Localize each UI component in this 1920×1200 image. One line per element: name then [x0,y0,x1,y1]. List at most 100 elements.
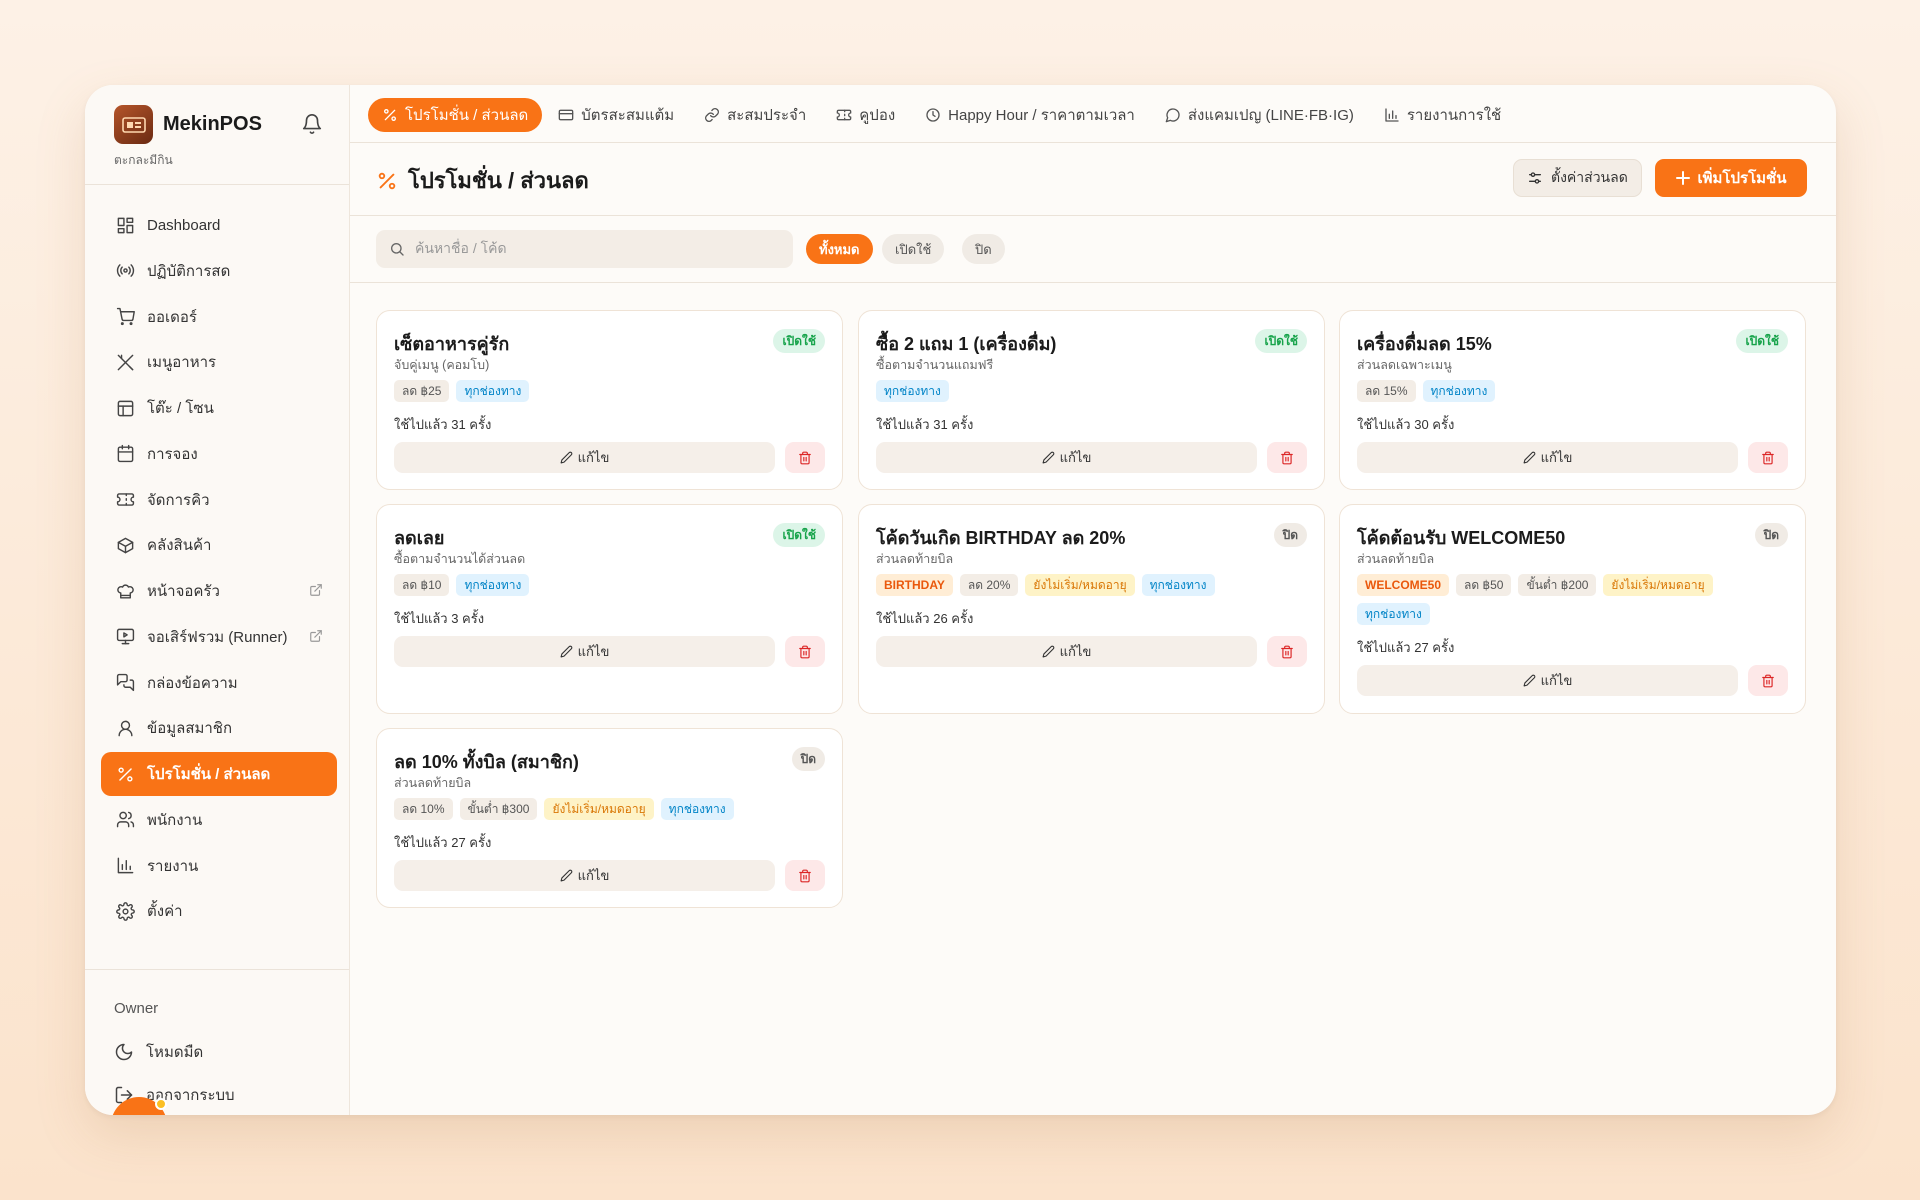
sidebar-item-label: Dashboard [147,216,221,234]
sidebar: MekinPOS ตะกละมีกิน Dashboard ปฏิบัติการส… [85,85,350,1115]
delete-button[interactable] [1267,442,1307,473]
usage-count: ใช้ไปแล้ว 31 ครั้ง [876,417,974,432]
gear-icon [115,901,135,921]
trash-icon [798,869,812,883]
tab-3[interactable]: คูปอง [822,98,909,132]
sidebar-item-9[interactable]: จอเสิร์ฟรวม (Runner) [101,615,337,659]
status-badge[interactable]: เปิดใช้ [1736,329,1788,353]
sidebar-item-label: จัดการคิว [147,491,210,509]
sidebar-item-0[interactable]: Dashboard [101,203,337,247]
delete-button[interactable] [785,636,825,667]
sidebar-item-label: กล่องข้อความ [147,674,238,692]
sidebar-item-12[interactable]: โปรโมชั่น / ส่วนลด [101,752,337,796]
promotion-title: เครื่องดื่มลด 15% [1357,334,1492,354]
delete-button[interactable] [1267,636,1307,667]
ticket-icon [836,107,852,123]
tab-5[interactable]: ส่งแคมเปญ (LINE·FB·IG) [1151,98,1368,132]
status-badge[interactable]: ปิด [791,747,825,771]
edit-button[interactable]: แก้ไข [394,442,775,473]
monitor-play-icon [115,627,135,647]
promotion-card: โค้ดต้อนรับ WELCOME50 ส่วนลดท้ายบิล ปิด WEL… [1339,504,1806,714]
moon-icon [114,1042,134,1062]
usage-count: ใช้ไปแล้ว 26 ครั้ง [876,611,974,626]
edit-button[interactable]: แก้ไข [1357,665,1738,696]
sidebar-item-label: การจอง [147,445,198,463]
tab-label: บัตรสะสมแต้ม [581,107,675,124]
status-badge[interactable]: ปิด [1754,523,1788,547]
promotion-type: ซื้อตามจำนวนแถมฟรี [876,358,994,372]
delete-button[interactable] [785,860,825,891]
sidebar-item-10[interactable]: กล่องข้อความ [101,661,337,705]
sidebar-item-label: รายงาน [147,857,199,875]
promotion-tag: ลด 10% [394,798,453,820]
usage-count: ใช้ไปแล้ว 31 ครั้ง [394,417,492,432]
promotion-tag: ทุกช่องทาง [1357,603,1430,625]
add-promotion-button[interactable]: เพิ่มโปรโมชั่น [1655,159,1807,197]
sidebar-item-15[interactable]: ตั้งค่า [101,889,337,933]
tab-6[interactable]: รายงานการใช้ [1370,98,1515,132]
pencil-icon [1042,645,1055,658]
sidebar-item-8[interactable]: หน้าจอครัว [101,569,337,613]
trash-icon [1280,645,1294,659]
delete-button[interactable] [1748,665,1788,696]
tab-1[interactable]: บัตรสะสมแต้ม [544,98,688,132]
page-title-text: โปรโมชั่น / ส่วนลด [408,168,589,193]
bell-icon[interactable] [301,113,323,135]
tag-list: WELCOME50 ลด ฿50 ขั้นต่ำ ฿200 ยังไม่เริ่ม/ห… [1357,574,1787,632]
dashboard-icon [115,215,135,235]
brand[interactable]: MekinPOS [114,105,262,144]
calendar-icon [115,444,135,464]
sidebar-item-13[interactable]: พนักงาน [101,798,337,842]
tab-2[interactable]: สะสมประจำ [690,98,820,132]
promotion-title: เซ็ตอาหารคู่รัก [394,334,510,354]
filter-closed[interactable]: ปิด [962,234,1005,264]
percent-icon [115,764,135,784]
status-badge[interactable]: เปิดใช้ [773,523,825,547]
dark-mode-toggle[interactable]: โหมดมืด [114,1040,203,1064]
sidebar-item-label: โปรโมชั่น / ส่วนลด [147,766,271,783]
sidebar-item-7[interactable]: คลังสินค้า [101,523,337,567]
usage-count: ใช้ไปแล้ว 27 ครั้ง [1357,640,1455,655]
edit-button[interactable]: แก้ไข [394,636,775,667]
status-badge[interactable]: ปิด [1273,523,1307,547]
sidebar-item-2[interactable]: ออเดอร์ [101,295,337,339]
percent-icon [376,170,398,192]
pencil-icon [560,451,573,464]
divider [350,142,1836,143]
edit-button[interactable]: แก้ไข [876,442,1257,473]
delete-button[interactable] [1748,442,1788,473]
tab-4[interactable]: Happy Hour / ราคาตามเวลา [911,98,1149,132]
usage-count: ใช้ไปแล้ว 30 ครั้ง [1357,417,1455,432]
promotion-tag: WELCOME50 [1357,574,1450,596]
clock-icon [925,107,941,123]
sidebar-item-4[interactable]: โต๊ะ / โซน [101,386,337,430]
promotion-card: เซ็ตอาหารคู่รัก จับคู่เมนู (คอมโบ) เปิดใช้… [376,310,843,490]
sidebar-item-6[interactable]: จัดการคิว [101,478,337,522]
status-badge[interactable]: เปิดใช้ [773,329,825,353]
sidebar-item-11[interactable]: ข้อมูลสมาชิก [101,706,337,750]
pencil-icon [560,869,573,882]
status-badge[interactable]: เปิดใช้ [1255,329,1307,353]
edit-button[interactable]: แก้ไข [1357,442,1738,473]
promotion-type: ส่วนลดท้ายบิล [876,552,954,566]
filter-active[interactable]: เปิดใช้ [882,234,945,264]
tag-list: ลด 10% ขั้นต่ำ ฿300 ยังไม่เริ่ม/หมดอายุ ทุก… [394,798,824,827]
promotion-type: ส่วนลดเฉพาะเมนู [1357,358,1452,372]
edit-button[interactable]: แก้ไข [394,860,775,891]
sidebar-item-5[interactable]: การจอง [101,432,337,476]
discount-settings-button[interactable]: ตั้งค่าส่วนลด [1513,159,1642,197]
search-input[interactable]: ค้นหาชื่อ / โค้ด [376,230,793,268]
sidebar-item-1[interactable]: ปฏิบัติการสด [101,249,337,293]
sidebar-item-3[interactable]: เมนูอาหาร [101,340,337,384]
page-title: โปรโมชั่น / ส่วนลด [376,163,589,198]
search-icon [389,241,405,257]
sidebar-item-14[interactable]: รายงาน [101,844,337,888]
edit-label: แก้ไข [577,868,610,883]
delete-button[interactable] [785,442,825,473]
promotion-card: ลด 10% ทั้งบิล (สมาชิก) ส่วนลดท้ายบิล ปิดล… [376,728,843,908]
tab-0[interactable]: โปรโมชั่น / ส่วนลด [368,98,543,132]
edit-button[interactable]: แก้ไข [876,636,1257,667]
promotion-tag: BIRTHDAY [876,574,953,596]
app-subtitle: ตะกละมีกิน [114,153,173,167]
filter-all[interactable]: ทั้งหมด [806,234,873,264]
